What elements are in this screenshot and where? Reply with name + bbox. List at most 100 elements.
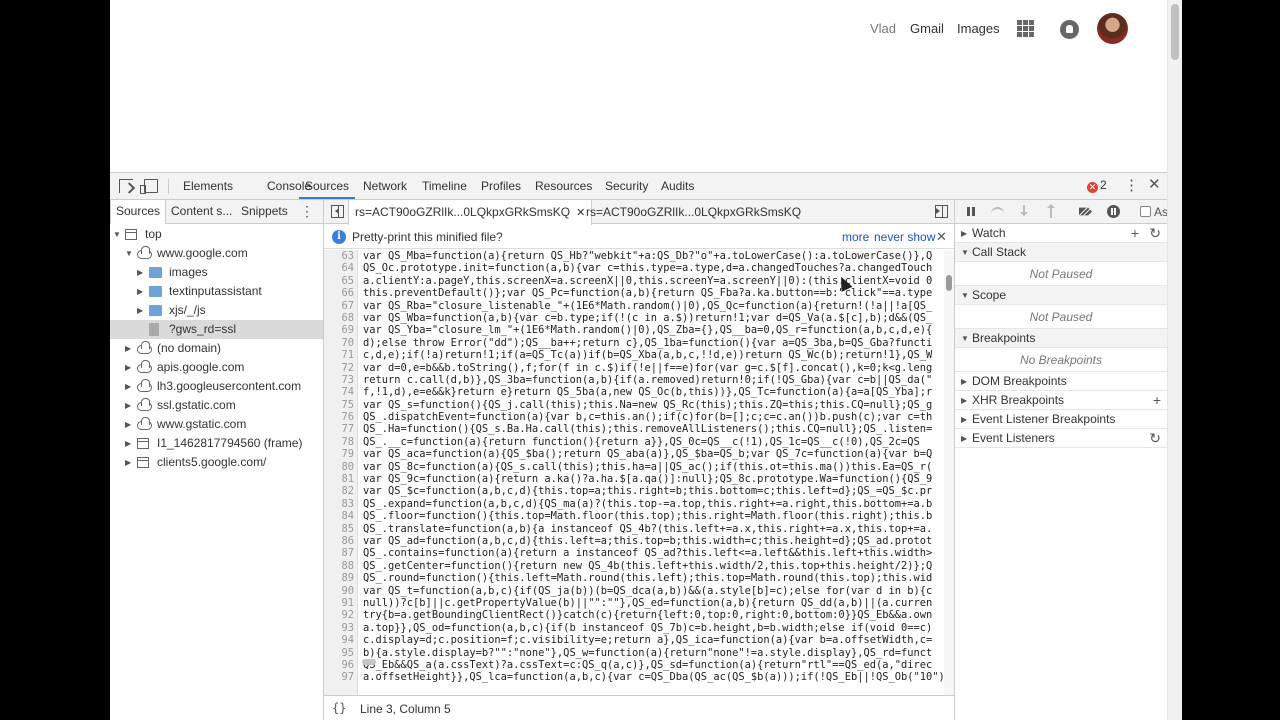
page-scrollbar[interactable]	[1167, 0, 1182, 720]
pane-scope[interactable]: ▼ Scope	[955, 286, 1167, 305]
line-number[interactable]: 96	[324, 658, 356, 672]
line-number[interactable]: 87	[324, 547, 356, 560]
refresh-icon[interactable]: ↻	[1149, 429, 1161, 448]
expand-down-icon[interactable]: ▼	[113, 225, 121, 244]
tree-item[interactable]: ▶ xjs/_/js	[110, 301, 323, 320]
toggle-debugger-sidebar-icon[interactable]	[935, 205, 948, 218]
tab-resources[interactable]: Resources	[529, 173, 598, 199]
line-number[interactable]: 81	[324, 473, 356, 486]
toggle-navigator-icon[interactable]	[331, 205, 344, 218]
tree-item[interactable]: ▶ (no domain)	[110, 339, 323, 358]
scrollbar-thumb[interactable]	[946, 275, 952, 291]
step-out-icon[interactable]	[1045, 204, 1058, 218]
tree-item[interactable]: ▶ apis.google.com	[110, 358, 323, 377]
inspect-element-icon[interactable]	[119, 179, 133, 193]
tab-security[interactable]: Security	[599, 173, 654, 199]
expand-right-icon[interactable]: ▶	[137, 301, 145, 320]
expand-down-icon[interactable]: ▼	[961, 329, 969, 348]
apps-grid-icon[interactable]	[1017, 20, 1034, 37]
refresh-icon[interactable]: ↻	[1149, 224, 1161, 243]
expand-right-icon[interactable]: ▶	[125, 358, 133, 377]
tree-item[interactable]: ▶ images	[110, 263, 323, 282]
infobar-more-link[interactable]: more	[842, 230, 869, 244]
infobar-never-show-link[interactable]: never show	[874, 230, 935, 244]
expand-right-icon[interactable]: ▶	[961, 224, 969, 243]
expand-right-icon[interactable]: ▶	[125, 415, 133, 434]
device-mode-icon[interactable]	[140, 179, 158, 194]
line-number[interactable]: 92	[324, 609, 356, 622]
tree-item[interactable]: ▶ ssl.gstatic.com	[110, 396, 323, 415]
more-options-icon[interactable]: ⋮	[1124, 177, 1139, 195]
notifications-bell-icon[interactable]	[1060, 20, 1079, 39]
tree-item[interactable]: ▶ I1_1462817794560 (frame)	[110, 434, 323, 453]
tree-item[interactable]: ▶ lh3.googleusercontent.com	[110, 377, 323, 396]
pane-event-listeners[interactable]: ▶ Event Listeners ↻	[955, 429, 1167, 448]
expand-right-icon[interactable]: ▶	[961, 372, 969, 391]
line-number[interactable]: 75	[324, 398, 356, 412]
expand-right-icon[interactable]: ▶	[961, 429, 969, 448]
tree-item[interactable]: ▶ clients5.google.com/	[110, 453, 323, 472]
line-number[interactable]: 65	[324, 274, 356, 288]
line-number[interactable]: 69	[324, 324, 356, 337]
editor-tab-active[interactable]: rs=ACT90oGZRlIk...0LQkpxGRkSmsKQ ✕	[348, 200, 593, 225]
add-icon[interactable]: +	[1131, 224, 1139, 243]
line-number[interactable]: 80	[324, 460, 356, 474]
expand-down-icon[interactable]: ▼	[961, 286, 969, 305]
line-number[interactable]: 79	[324, 448, 356, 461]
pane-watch[interactable]: ▶ Watch + ↻	[955, 224, 1167, 243]
tab-sources[interactable]: Sources	[110, 200, 167, 224]
tab-audits[interactable]: Audits	[655, 173, 700, 199]
error-count-badge[interactable]: ✕ 2	[1087, 178, 1107, 193]
tab-sources[interactable]: Sources	[299, 173, 356, 199]
user-name-link[interactable]: Vlad	[870, 21, 896, 36]
tab-profiles[interactable]: Profiles	[475, 173, 527, 199]
line-number[interactable]: 71	[324, 349, 356, 362]
expand-right-icon[interactable]: ▶	[125, 434, 133, 453]
line-number[interactable]: 76	[324, 411, 356, 424]
deactivate-breakpoints-icon[interactable]	[1079, 207, 1092, 216]
add-icon[interactable]: +	[1153, 391, 1161, 410]
tree-item[interactable]: ▶ www.gstatic.com	[110, 415, 323, 434]
line-number[interactable]: 77	[324, 423, 356, 436]
scrollbar-thumb[interactable]	[362, 659, 376, 665]
tab-content-scripts[interactable]: Content s...	[166, 200, 237, 223]
tree-item[interactable]: ▼ top	[110, 225, 323, 244]
tab-elements[interactable]: Elements	[177, 173, 239, 199]
step-over-icon[interactable]	[991, 207, 1004, 215]
line-number[interactable]: 64	[324, 262, 356, 275]
pane-call-stack[interactable]: ▼ Call Stack	[955, 243, 1167, 262]
line-number[interactable]: 89	[324, 572, 356, 585]
tab-network[interactable]: Network	[357, 173, 413, 199]
expand-right-icon[interactable]: ▶	[125, 377, 133, 396]
expand-right-icon[interactable]: ▶	[125, 339, 133, 358]
pane-dom-breakpoints[interactable]: ▶ DOM Breakpoints	[955, 372, 1167, 391]
line-number[interactable]: 95	[324, 646, 356, 659]
line-number[interactable]: 68	[324, 311, 356, 325]
expand-right-icon[interactable]: ▶	[137, 282, 145, 301]
editor-tab[interactable]: rs=ACT90oGZRlIk...0LQkpxGRkSmsKQ	[580, 200, 807, 224]
line-number[interactable]: 97	[324, 671, 356, 684]
code-area[interactable]: 63 var QS_Mba=function(a){return QS_Hb?"w…	[324, 250, 954, 695]
line-number[interactable]: 63	[324, 250, 356, 263]
expand-right-icon[interactable]: ▶	[125, 453, 133, 472]
tab-snippets[interactable]: Snippets	[236, 200, 293, 223]
line-number[interactable]: 70	[324, 336, 356, 350]
scrollbar-thumb[interactable]	[1171, 4, 1179, 60]
navigator-more-icon[interactable]: ⋮	[300, 203, 314, 220]
line-number[interactable]: 94	[324, 634, 356, 647]
line-number[interactable]: 78	[324, 435, 356, 449]
expand-right-icon[interactable]: ▶	[137, 263, 145, 282]
line-number[interactable]: 90	[324, 584, 356, 597]
close-devtools-icon[interactable]: ✕	[1148, 176, 1161, 194]
line-number[interactable]: 85	[324, 522, 356, 535]
line-number[interactable]: 86	[324, 534, 356, 548]
pane-event-listener-breakpoints[interactable]: ▶ Event Listener Breakpoints	[955, 410, 1167, 429]
line-number[interactable]: 66	[324, 287, 356, 300]
expand-down-icon[interactable]: ▼	[125, 244, 133, 263]
line-number[interactable]: 84	[324, 510, 356, 523]
line-number[interactable]: 82	[324, 485, 356, 498]
line-number[interactable]: 67	[324, 299, 356, 312]
editor-horizontal-scrollbar[interactable]	[358, 658, 944, 666]
avatar[interactable]	[1097, 13, 1128, 44]
editor-vertical-scrollbar[interactable]	[944, 250, 954, 695]
